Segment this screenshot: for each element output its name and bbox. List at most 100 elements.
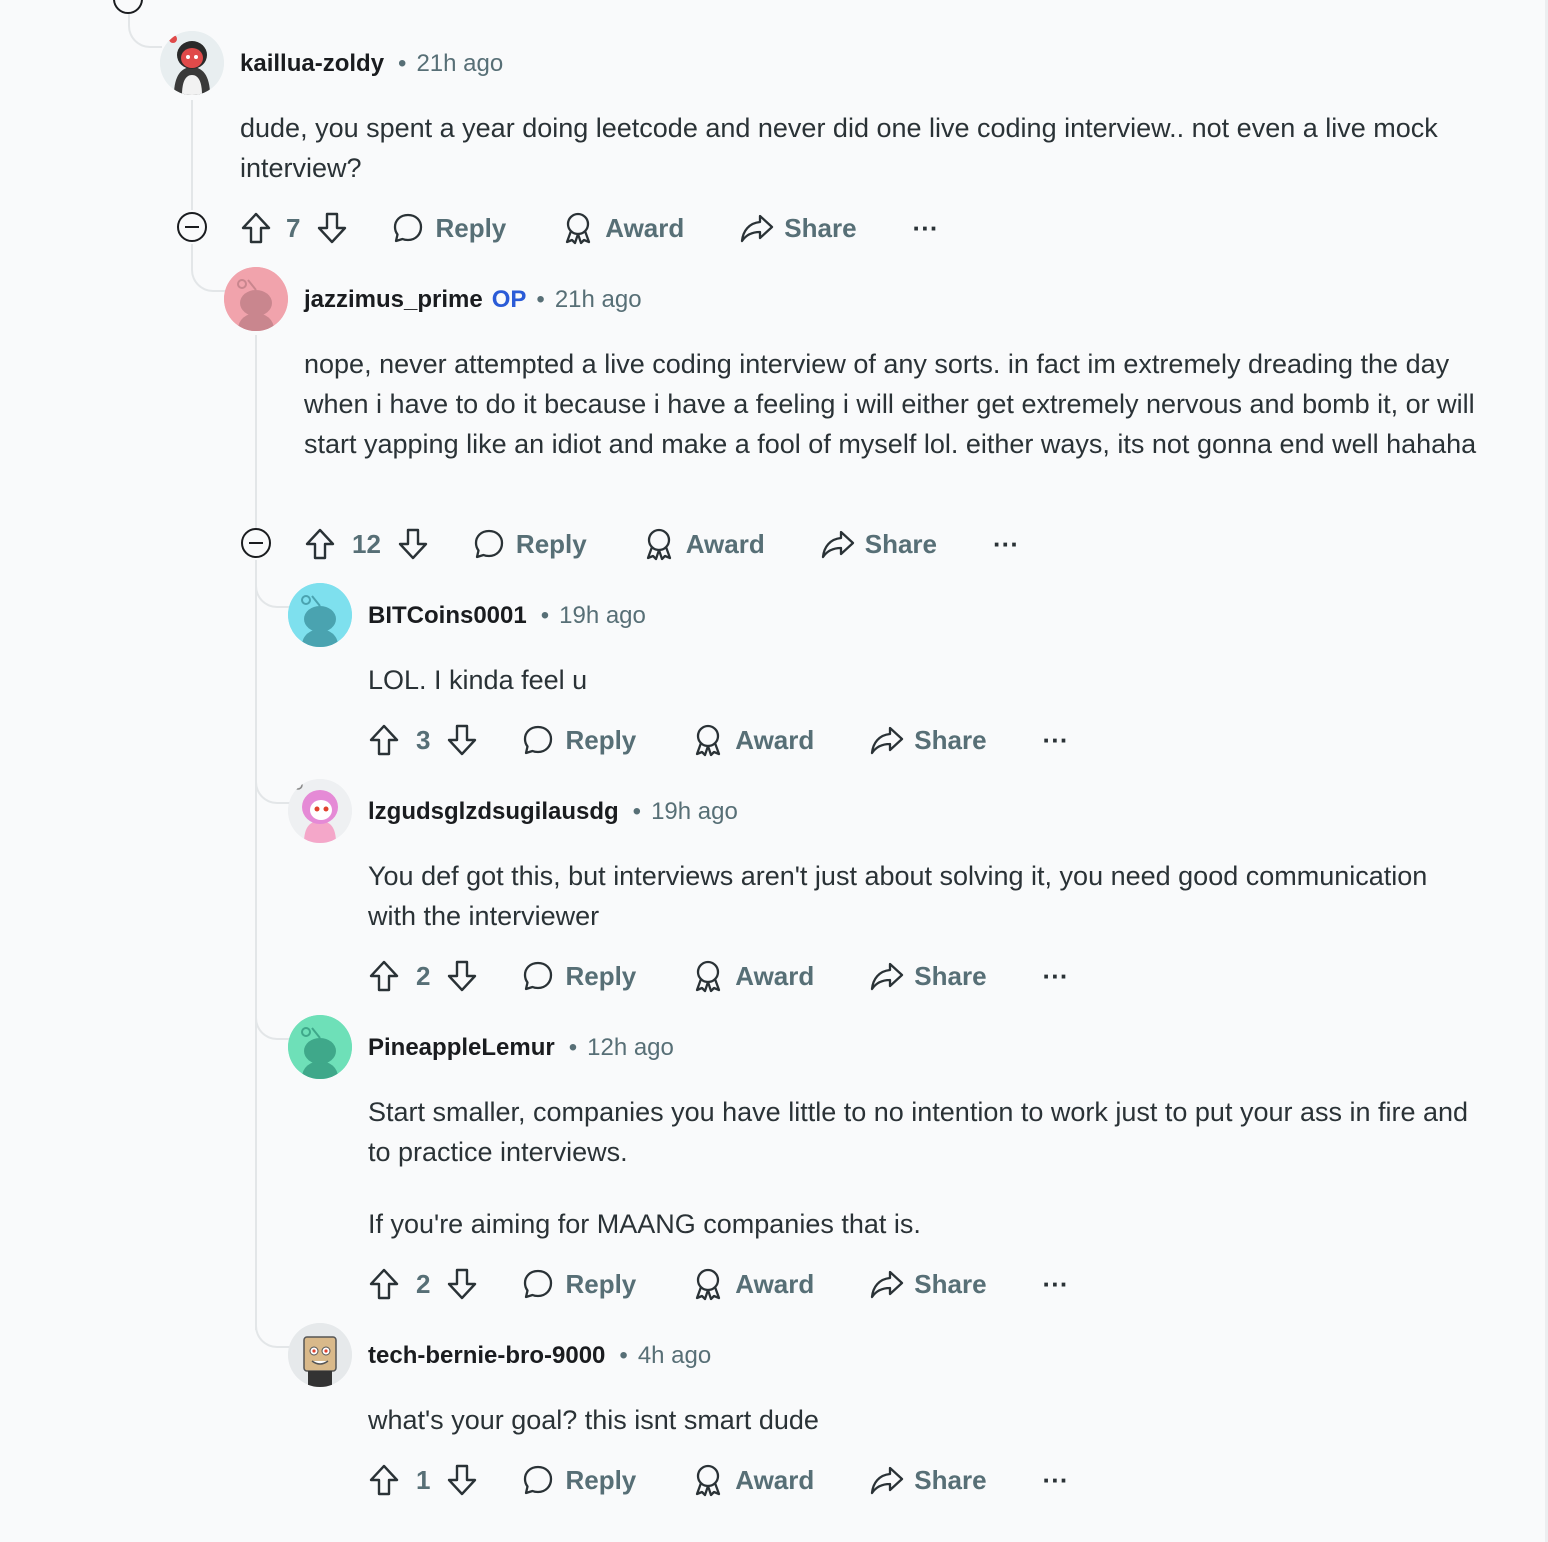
avatar[interactable]	[288, 779, 352, 843]
upvote-button[interactable]	[304, 527, 336, 561]
collapse-thread-button[interactable]	[241, 528, 271, 558]
downvote-icon	[448, 1268, 477, 1300]
comment-body: nope, never attempted a live coding inte…	[304, 344, 1484, 464]
reply-button[interactable]: Reply	[522, 724, 636, 756]
share-label: Share	[784, 212, 857, 243]
downvote-icon	[448, 724, 477, 756]
comment-body: what's your goal? this isnt smart dude	[368, 1400, 1478, 1440]
share-icon	[871, 726, 904, 755]
downvote-icon	[448, 960, 477, 992]
reply-button[interactable]: Reply	[522, 1268, 636, 1300]
reply-icon	[524, 1269, 553, 1299]
comment-paragraph: dude, you spent a year doing leetcode an…	[240, 113, 1438, 183]
downvote-button[interactable]	[316, 211, 348, 245]
upvote-icon	[241, 212, 271, 244]
reply-button[interactable]: Reply	[392, 212, 506, 244]
author-name[interactable]: jazzimus_prime	[304, 286, 483, 314]
award-button[interactable]: Award	[562, 211, 684, 245]
comment-meta: PineappleLemur • 12h ago	[368, 1032, 674, 1064]
upvote-button[interactable]	[368, 959, 400, 993]
avatar[interactable]	[160, 31, 224, 95]
upvote-icon	[369, 724, 399, 756]
avatar[interactable]	[288, 583, 352, 647]
avatar[interactable]	[288, 1323, 352, 1387]
downvote-button[interactable]	[446, 959, 478, 993]
upvote-button[interactable]	[368, 1267, 400, 1301]
share-icon	[871, 1270, 904, 1299]
more-options-button[interactable]: ···	[1043, 1465, 1069, 1496]
reply-button[interactable]: Reply	[473, 528, 587, 560]
more-options-icon: ···	[1042, 1268, 1069, 1299]
separator-dot: •	[619, 1342, 628, 1369]
more-options-button[interactable]: ···	[1043, 725, 1069, 756]
share-button[interactable]: Share	[870, 960, 987, 992]
comment-meta: tech-bernie-bro-9000 • 4h ago	[368, 1340, 711, 1372]
avatar[interactable]	[224, 267, 288, 331]
author-name[interactable]: BITCoins0001	[368, 602, 527, 630]
timestamp[interactable]: 19h ago	[559, 602, 646, 630]
comment-body: LOL. I kinda feel u	[368, 660, 1488, 700]
avatar[interactable]	[288, 1015, 352, 1079]
comment-actions: 2 Reply Award Share ···	[368, 1262, 1069, 1306]
more-options-icon: ···	[1042, 1464, 1069, 1495]
share-icon	[871, 1466, 904, 1495]
share-button[interactable]: Share	[821, 528, 937, 560]
upvote-button[interactable]	[240, 211, 272, 245]
author-name[interactable]: tech-bernie-bro-9000	[368, 1342, 605, 1370]
collapse-thread-button[interactable]	[177, 212, 207, 242]
snoo-avatar-icon	[288, 1015, 352, 1079]
more-options-button[interactable]: ···	[1043, 1269, 1069, 1300]
author-name[interactable]: lzgudsglzdsugilausdg	[368, 798, 619, 826]
timestamp[interactable]: 4h ago	[638, 1342, 711, 1370]
share-button[interactable]: Share	[870, 1268, 987, 1300]
reply-button[interactable]: Reply	[522, 960, 636, 992]
award-icon	[646, 528, 671, 561]
share-label: Share	[914, 724, 987, 755]
timestamp[interactable]: 21h ago	[555, 286, 642, 314]
upvote-button[interactable]	[368, 1463, 400, 1497]
reply-button[interactable]: Reply	[522, 1464, 636, 1496]
share-button[interactable]: Share	[740, 212, 857, 244]
upvote-button[interactable]	[368, 723, 400, 757]
award-button[interactable]: Award	[692, 723, 814, 757]
award-button[interactable]: Award	[692, 1463, 814, 1497]
upvote-icon	[369, 960, 399, 992]
thread-elbow	[191, 244, 227, 292]
thread-elbow	[255, 992, 291, 1040]
share-button[interactable]: Share	[870, 1464, 987, 1496]
timestamp[interactable]: 12h ago	[587, 1034, 674, 1062]
share-label: Share	[914, 960, 987, 991]
share-icon	[871, 962, 904, 991]
award-button[interactable]: Award	[692, 1267, 814, 1301]
award-button[interactable]: Award	[692, 959, 814, 993]
timestamp[interactable]: 19h ago	[651, 798, 738, 826]
reply-icon	[524, 1465, 553, 1495]
share-label: Share	[864, 528, 937, 559]
share-label: Share	[914, 1268, 987, 1299]
downvote-button[interactable]	[446, 1463, 478, 1497]
snoo-avatar-icon	[288, 583, 352, 647]
custom-avatar-icon	[160, 31, 224, 95]
share-button[interactable]: Share	[870, 724, 987, 756]
author-name[interactable]: PineappleLemur	[368, 1034, 555, 1062]
separator-dot: •	[536, 286, 545, 313]
more-options-button[interactable]: ···	[913, 213, 939, 244]
comment-paragraph: If you're aiming for MAANG companies tha…	[368, 1209, 921, 1239]
comment-meta: jazzimus_prime OP • 21h ago	[304, 284, 642, 316]
author-name[interactable]: kaillua-zoldy	[240, 50, 384, 78]
reply-label: Reply	[565, 1464, 637, 1495]
comment-actions: 1 Reply Award Share ···	[368, 1458, 1069, 1502]
separator-dot: •	[568, 1034, 578, 1061]
downvote-button[interactable]	[446, 723, 478, 757]
reply-icon	[524, 725, 553, 755]
op-badge: OP	[491, 286, 527, 313]
comment-paragraph: LOL. I kinda feel u	[368, 665, 588, 695]
award-button[interactable]: Award	[643, 527, 765, 561]
more-options-button[interactable]: ···	[1043, 961, 1069, 992]
downvote-button[interactable]	[397, 527, 429, 561]
award-icon	[696, 724, 721, 757]
more-options-icon: ···	[1042, 960, 1069, 991]
downvote-button[interactable]	[446, 1267, 478, 1301]
more-options-button[interactable]: ···	[993, 529, 1019, 560]
timestamp[interactable]: 21h ago	[416, 50, 503, 78]
